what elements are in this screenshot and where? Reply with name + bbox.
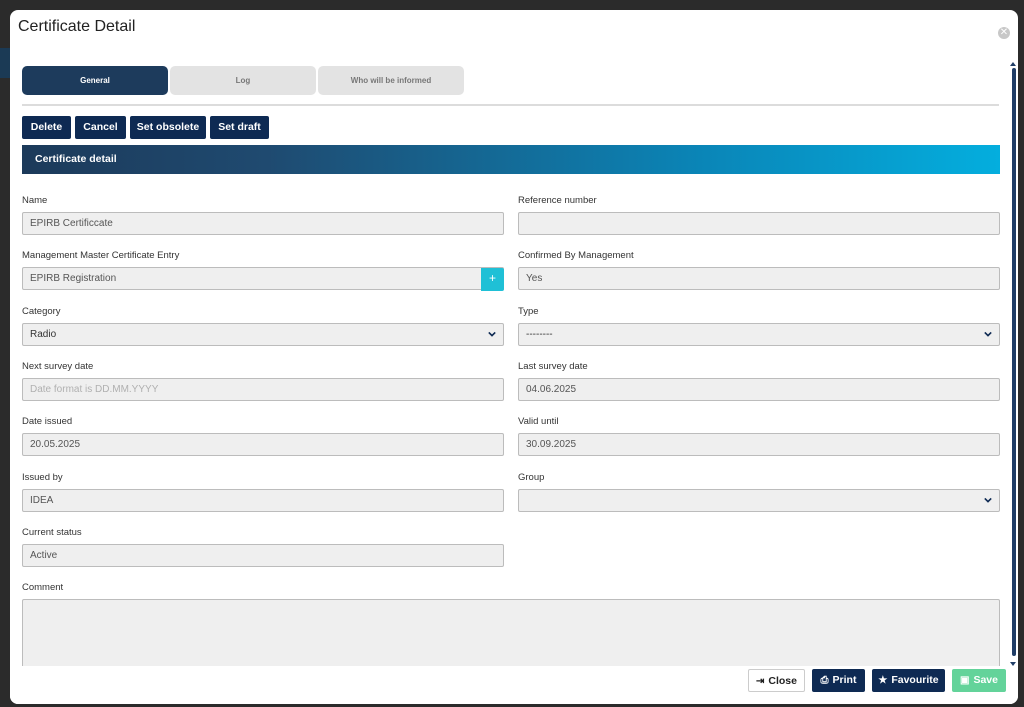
date-issued-input[interactable]: 20.05.2025 <box>22 433 504 456</box>
last-survey-date-input[interactable]: 04.06.2025 <box>518 378 1000 401</box>
name-label: Name <box>22 195 48 206</box>
valid-until-input[interactable]: 30.09.2025 <box>518 433 1000 456</box>
cancel-button[interactable]: Cancel <box>75 116 126 139</box>
set-draft-button[interactable]: Set draft <box>210 116 269 139</box>
sign-out-icon: ⇥ <box>756 676 765 687</box>
scroll-up-arrow-icon[interactable] <box>1010 62 1016 66</box>
scrollbar-thumb[interactable] <box>1012 68 1016 656</box>
valid-until-label: Valid until <box>518 416 559 427</box>
next-survey-date-input[interactable]: Date format is DD.MM.YYYY <box>22 378 504 401</box>
certificate-detail-modal: Certificate Detail ✕ General Log Who wil… <box>10 10 1018 704</box>
scrollbar[interactable] <box>1010 62 1016 666</box>
save-icon: ▣ <box>960 675 970 686</box>
modal-title: Certificate Detail <box>18 18 136 35</box>
add-entry-button[interactable]: + <box>481 268 504 291</box>
confirmed-by-management-label: Confirmed By Management <box>518 250 634 261</box>
section-header-certificate-detail: Certificate detail <box>22 145 1000 174</box>
group-label: Group <box>518 472 545 483</box>
last-survey-date-label: Last survey date <box>518 361 588 372</box>
next-survey-date-label: Next survey date <box>22 361 94 372</box>
comment-textarea[interactable] <box>22 599 1000 666</box>
modal-body: General Log Who will be informed Delete … <box>10 66 1010 666</box>
save-button-label: Save <box>973 674 998 686</box>
group-select[interactable] <box>518 489 1000 512</box>
chevron-down-icon <box>984 497 992 503</box>
modal-footer: ⇥ Close ⎙ Print ★ Favourite ▣ Save <box>10 666 1018 704</box>
category-value: Radio <box>30 329 57 340</box>
reference-number-label: Reference number <box>518 195 597 206</box>
comment-label: Comment <box>22 582 64 593</box>
star-icon: ★ <box>878 675 888 686</box>
print-button-label: Print <box>832 674 857 686</box>
favourite-button-label: Favourite <box>891 674 939 686</box>
chevron-down-icon <box>984 331 992 337</box>
favourite-button[interactable]: ★ Favourite <box>872 669 945 692</box>
current-status-label: Current status <box>22 527 82 538</box>
delete-button[interactable]: Delete <box>22 116 71 139</box>
category-label: Category <box>22 306 61 317</box>
set-obsolete-button[interactable]: Set obsolete <box>130 116 206 139</box>
confirmed-by-management-input[interactable]: Yes <box>518 267 1000 290</box>
date-issued-label: Date issued <box>22 416 73 427</box>
printer-icon: ⎙ <box>820 675 829 686</box>
type-value: -------- <box>526 329 553 340</box>
issued-by-input[interactable]: IDEA <box>22 489 504 512</box>
issued-by-label: Issued by <box>22 472 63 483</box>
category-select[interactable]: Radio <box>22 323 504 346</box>
reference-number-input[interactable] <box>518 212 1000 235</box>
tab-log[interactable]: Log <box>170 66 316 95</box>
tab-general[interactable]: General <box>22 66 168 95</box>
print-button[interactable]: ⎙ Print <box>812 669 865 692</box>
close-button[interactable]: ⇥ Close <box>748 669 805 692</box>
type-label: Type <box>518 306 539 317</box>
management-master-value: EPIRB Registration <box>30 273 117 284</box>
management-master-input[interactable]: EPIRB Registration + <box>22 267 504 291</box>
close-button-label: Close <box>768 675 797 687</box>
chevron-down-icon <box>488 331 496 337</box>
save-button[interactable]: ▣ Save <box>952 669 1006 692</box>
close-circle-icon[interactable]: ✕ <box>998 27 1010 39</box>
management-master-label: Management Master Certificate Entry <box>22 250 180 261</box>
type-select[interactable]: -------- <box>518 323 1000 346</box>
name-input[interactable]: EPIRB Certificcate <box>22 212 504 235</box>
tab-bar: General Log Who will be informed <box>22 66 999 106</box>
tab-who-will-be-informed[interactable]: Who will be informed <box>318 66 464 95</box>
current-status-input[interactable]: Active <box>22 544 504 567</box>
